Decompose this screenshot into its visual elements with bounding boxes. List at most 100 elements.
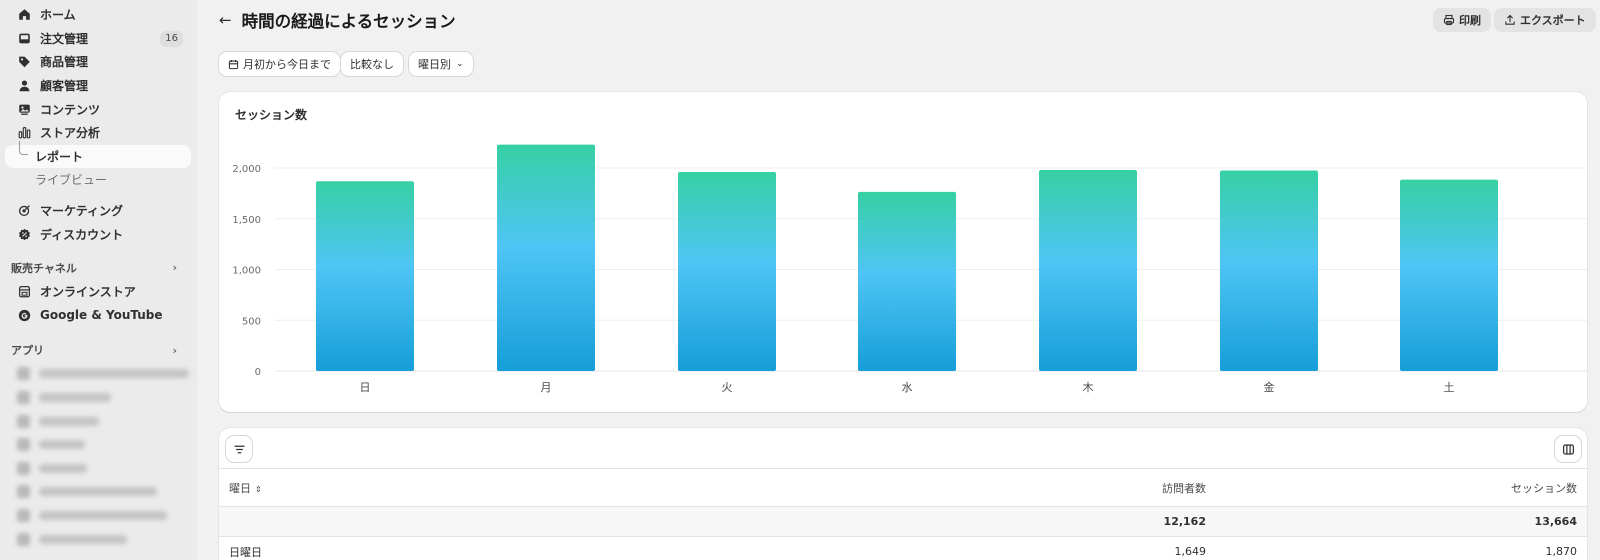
app-icon: [17, 532, 30, 546]
redacted-label: [39, 416, 99, 426]
sidebar-item-label: レポート: [35, 149, 84, 164]
redacted-app-item[interactable]: [5, 433, 197, 457]
redacted-app-item[interactable]: [5, 362, 197, 386]
sidebar-item-sidebar-analytics_sub-0[interactable]: レポート: [5, 140, 191, 169]
chart-card: セッション数 0 500 1,000 1,500 2,000 日月火水木金土: [219, 92, 1587, 412]
x-tick-label: 木: [1083, 381, 1094, 394]
x-tick-label: 土: [1444, 381, 1455, 394]
section-title: アプリ: [11, 344, 44, 358]
redacted-label: [39, 440, 85, 450]
person-icon: [17, 79, 31, 93]
inbox-icon: [17, 31, 31, 45]
table-total-row: 12,162 13,664: [219, 506, 1587, 536]
app-icon: [17, 367, 30, 381]
app-icon: [17, 485, 30, 499]
print-button[interactable]: 印刷: [1433, 8, 1491, 32]
upload-icon: [1505, 14, 1515, 25]
row-sessions-cell: 1,870: [1545, 545, 1578, 558]
total-sessions-cell: 13,664: [1534, 515, 1577, 528]
export-button[interactable]: エクスポート: [1494, 8, 1596, 32]
x-tick-label: 月: [541, 381, 552, 394]
chevron-right-icon: ›: [172, 343, 177, 357]
redacted-app-item[interactable]: [5, 457, 197, 481]
chevron-down-icon: ⌄: [456, 59, 464, 69]
y-tick-label: 0: [255, 367, 261, 378]
main-nav: ホーム注文管理 16 商品管理 顧客管理 コンテンツ ストア分析レポートライブビューマーケ…: [0, 3, 197, 551]
sidebar-item-sidebar-sales_channels-items-0[interactable]: オンラインストア: [5, 280, 191, 304]
x-tick-label: 水: [902, 381, 913, 394]
table-card: 曜日 ⇕ 訪問者数 セッション数 12,162 13,664 日曜日 1,649 …: [219, 428, 1587, 560]
col-day-header[interactable]: 曜日 ⇕: [219, 480, 619, 496]
bar-chart-icon: [17, 126, 31, 140]
target-icon: [17, 204, 31, 218]
redacted-label: [39, 510, 167, 520]
col-sessions-header[interactable]: セッション数: [1206, 480, 1577, 496]
table-row: 日曜日 1,649 1,870: [219, 536, 1587, 560]
redacted-app-item[interactable]: [5, 386, 197, 410]
home-icon: [17, 8, 31, 22]
sidebar-item-sidebar-analytics_sub-1[interactable]: ライブビュー: [5, 168, 191, 192]
app-icon: [17, 391, 30, 405]
app-icon: [17, 414, 30, 428]
page-header: ← 時間の経過によるセッション: [219, 6, 456, 34]
sort-icon: ⇕: [255, 484, 262, 494]
x-tick-label: 火: [722, 381, 733, 394]
date-range-chip[interactable]: 月初から今日まで: [219, 52, 340, 76]
bar-4[interactable]: [1039, 170, 1137, 371]
subnav-connector-icon: [19, 140, 28, 155]
sessions-bar-chart: 0 500 1,000 1,500 2,000 日 月 火 水 木 金 土: [232, 144, 1587, 394]
y-tick-label: 1,500: [232, 215, 261, 226]
group-by-chip[interactable]: 曜日別 ⌄: [409, 52, 473, 76]
filter-lines-icon: [233, 445, 245, 453]
back-arrow-icon[interactable]: ←: [219, 11, 232, 29]
redacted-app-item[interactable]: [5, 480, 197, 504]
bar-1[interactable]: [497, 144, 595, 371]
y-tick-label: 1,000: [232, 266, 261, 277]
table-header-row: 曜日 ⇕ 訪問者数 セッション数: [219, 468, 1587, 506]
col-visitors-header[interactable]: 訪問者数: [619, 480, 1206, 496]
sidebar-item-label: ライブビュー: [35, 173, 108, 188]
chevron-right-icon: ›: [172, 261, 177, 275]
sales-channels-section[interactable]: 販売チャネル ›: [0, 256, 197, 280]
compare-label: 比較なし: [350, 58, 394, 71]
apps-section[interactable]: アプリ ›: [0, 338, 197, 362]
x-tick-label: 日: [360, 381, 371, 394]
filter-button[interactable]: [226, 436, 252, 462]
redacted-app-item[interactable]: [5, 409, 197, 433]
sidebar-item-sidebar-nav-5[interactable]: ストア分析: [5, 121, 191, 145]
app-icon: [17, 508, 30, 522]
page-title: 時間の経過によるセッション: [241, 12, 456, 31]
printer-icon: [1443, 14, 1455, 26]
sidebar-item-label: オンラインストア: [40, 285, 136, 300]
sidebar-item-sidebar-nav-4[interactable]: コンテンツ: [5, 97, 191, 121]
section-title: 販売チャネル: [11, 261, 77, 275]
sidebar-item-label: Google & YouTube: [40, 308, 163, 323]
sidebar-item-sidebar-sales_channels-items-1[interactable]: Google & YouTube: [5, 304, 191, 328]
store-icon: [17, 285, 31, 299]
redacted-app-item[interactable]: [5, 504, 197, 528]
date-range-label: 月初から今日まで: [243, 58, 331, 71]
redacted-label: [39, 369, 189, 379]
columns-button[interactable]: [1555, 436, 1581, 462]
redacted-label: [39, 463, 87, 473]
bar-3[interactable]: [858, 191, 956, 371]
sidebar-item-sidebar-nav2-0[interactable]: マーケティング: [5, 199, 191, 223]
compare-chip[interactable]: 比較なし: [341, 52, 403, 76]
sidebar-item-label: ホーム: [40, 8, 76, 23]
bar-2[interactable]: [678, 172, 776, 371]
row-visitors-cell: 1,649: [1174, 545, 1207, 558]
sidebar-item-sidebar-nav-2[interactable]: 商品管理: [5, 50, 191, 74]
app-icon: [17, 461, 30, 475]
sidebar-item-sidebar-nav-0[interactable]: ホーム: [5, 3, 191, 27]
sidebar-item-sidebar-nav-1[interactable]: 注文管理 16: [5, 27, 191, 51]
sidebar-item-label: 注文管理: [40, 31, 89, 46]
sidebar-item-sidebar-nav2-1[interactable]: ディスカウント: [5, 222, 191, 246]
image-icon: [17, 102, 31, 116]
redacted-app-item[interactable]: [5, 527, 197, 551]
sidebar-item-label: マーケティング: [40, 204, 124, 219]
count-badge: 16: [160, 30, 183, 47]
sidebar-item-sidebar-nav-3[interactable]: 顧客管理: [5, 74, 191, 98]
bar-6[interactable]: [1400, 179, 1498, 371]
bar-0[interactable]: [316, 181, 414, 371]
bar-5[interactable]: [1220, 170, 1318, 371]
